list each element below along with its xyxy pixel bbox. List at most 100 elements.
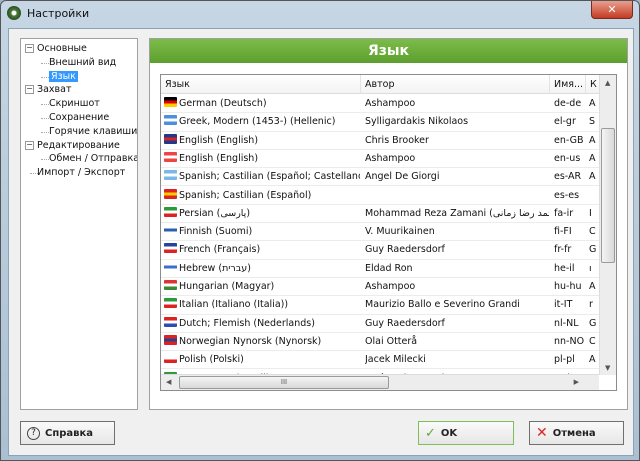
tree-item[interactable]: Импорт / Экспорт — [37, 166, 125, 179]
close-button[interactable]: ✕ — [591, 1, 633, 19]
table-row[interactable]: Polish (Polski) Jacek Milecki pl-pl A — [161, 351, 599, 370]
horizontal-scroll-thumb[interactable]: III — [179, 376, 389, 389]
collapse-icon[interactable]: − — [25, 44, 34, 53]
cell-k: r — [589, 299, 593, 311]
cell-code: el-gr — [554, 116, 576, 128]
cell-language: Greek, Modern (1453-) (Hellenic) — [164, 113, 360, 130]
cell-code: it-IT — [554, 299, 573, 311]
cell-k: A — [589, 152, 596, 164]
x-icon: ✕ — [536, 425, 548, 441]
table-row[interactable]: Persian (پارسی) Mohammad Reza Zamani (محم… — [161, 205, 599, 224]
tree-item-label: Внешний вид — [49, 56, 117, 68]
cell-code: nl-NL — [554, 317, 579, 329]
tree-item-label: Горячие клавиши — [49, 125, 138, 137]
cell-language: English (English) — [164, 150, 360, 167]
cell-author: Ashampoo — [365, 152, 416, 164]
cell-language: Spanish; Castilian (Español) — [164, 187, 360, 204]
tree-item[interactable]: Захват — [37, 83, 72, 96]
flag-icon — [164, 316, 177, 327]
cell-k: A — [589, 171, 596, 183]
tree-item[interactable]: Редактирование — [37, 139, 120, 152]
language-name: Persian (پارسی) — [179, 207, 251, 219]
language-name: Finnish (Suomi) — [179, 226, 253, 238]
language-name: Spanish; Castilian (Español; Castellano) — [179, 171, 360, 183]
vertical-scrollbar[interactable]: ▲ ▼ — [599, 75, 616, 375]
column-header-name[interactable]: Имя... — [550, 75, 586, 94]
cell-author: Chris Brooker — [365, 134, 429, 146]
tree-item[interactable]: Обмен / Отправка — [49, 152, 137, 165]
settings-window: Настройки ✕ − Основные Внешний вид Язык − Зах… — [0, 0, 640, 461]
language-table: Язык Автор Имя... К German (Deutsch) Asha… — [160, 74, 617, 391]
cell-code: en-us — [554, 152, 581, 164]
cell-author: Olai Otterå — [365, 335, 418, 347]
help-button[interactable]: ? Справка — [20, 421, 115, 445]
scroll-left-arrow-icon[interactable]: ◀ — [166, 378, 171, 386]
table-row[interactable]: Spanish; Castilian (Español; Castellano)… — [161, 168, 599, 187]
table-row[interactable]: English (English) Chris Brooker en-GB A — [161, 132, 599, 150]
help-icon: ? — [27, 426, 40, 440]
horizontal-scrollbar[interactable]: ◀ III ▶ — [161, 374, 599, 390]
cell-k: C — [589, 335, 596, 347]
cell-language: Finnish (Suomi) — [164, 223, 360, 240]
ok-label: OK — [440, 427, 458, 439]
table-row[interactable]: German (Deutsch) Ashampoo de-de A — [161, 95, 599, 114]
cell-author: Maurizio Ballo e Severino Grandi — [365, 299, 520, 311]
cell-author: Guy Raedersdorf — [365, 317, 445, 329]
cell-author: Eldad Ron — [365, 262, 413, 274]
table-row[interactable]: Italian (Italiano (Italia)) Maurizio Ball… — [161, 296, 599, 315]
cell-code: nn-NO — [554, 335, 585, 347]
language-name: Hungarian (Magyar) — [179, 281, 275, 292]
tree-item-label: Редактирование — [37, 139, 120, 151]
cell-code: hu-hu — [554, 281, 582, 292]
tree-item[interactable]: Внешний вид — [49, 56, 116, 69]
flag-icon — [164, 225, 177, 236]
cell-k: A — [589, 98, 596, 109]
settings-tree: − Основные Внешний вид Язык − Захват Скриншот С… — [20, 38, 138, 410]
language-name: German (Deutsch) — [179, 98, 267, 109]
language-name: French (Français) — [179, 244, 261, 256]
cell-language: Persian (پارسی) — [164, 205, 360, 222]
tree-item-label: Основные — [37, 43, 87, 54]
cell-code: fa-ir — [554, 207, 574, 219]
flag-icon — [164, 188, 177, 199]
vertical-scroll-thumb[interactable] — [601, 128, 615, 263]
table-row[interactable]: Hebrew (עברית) Eldad Ron he-il ו — [161, 260, 599, 278]
flag-icon — [164, 151, 177, 162]
table-row[interactable]: Norwegian Nynorsk (Nynorsk) Olai Otterå nn… — [161, 333, 599, 352]
flag-icon — [164, 243, 177, 254]
table-row[interactable]: Spanish; Castilian (Español) es-es — [161, 187, 599, 205]
tree-item[interactable]: Сохранение — [49, 111, 109, 124]
flag-icon — [164, 353, 177, 364]
title-bar: Настройки — [7, 6, 89, 20]
table-row[interactable]: Greek, Modern (1453-) (Hellenic) Sylligar… — [161, 113, 599, 132]
table-row[interactable]: Finnish (Suomi) V. Muurikainen fi-FI C — [161, 223, 599, 242]
table-row[interactable]: Hungarian (Magyar) Ashampoo hu-hu A — [161, 278, 599, 297]
ok-button[interactable]: ✓ OK — [418, 421, 514, 445]
column-header-language[interactable]: Язык — [161, 75, 361, 94]
column-header-author[interactable]: Автор — [361, 75, 550, 94]
collapse-icon[interactable]: − — [25, 140, 34, 150]
flag-icon — [164, 261, 177, 272]
cancel-button[interactable]: ✕ Отмена — [529, 421, 624, 445]
tree-item[interactable]: Основные — [37, 42, 87, 55]
collapse-icon[interactable]: − — [25, 85, 34, 95]
flag-icon — [164, 280, 177, 290]
scroll-right-arrow-icon[interactable]: ▶ — [574, 378, 579, 386]
scroll-down-arrow-icon[interactable]: ▼ — [605, 364, 610, 372]
cell-language: Dutch; Flemish (Nederlands) — [164, 315, 360, 332]
cell-k: ו — [589, 262, 592, 274]
scroll-up-arrow-icon[interactable]: ▲ — [605, 79, 610, 87]
cell-author: Ashampoo — [365, 281, 416, 292]
tree-item-label: Импорт / Экспорт — [37, 167, 126, 179]
tree-connector — [41, 118, 49, 119]
cell-code: en-GB — [554, 134, 584, 146]
tree-connector — [41, 104, 49, 106]
tree-item[interactable]: Язык — [49, 70, 78, 83]
table-row[interactable]: French (Français) Guy Raedersdorf fr-fr G — [161, 241, 599, 260]
flag-icon — [164, 133, 177, 144]
tree-item[interactable]: Скриншот — [49, 97, 100, 110]
table-row[interactable]: Dutch; Flemish (Nederlands) Guy Raedersdo… — [161, 315, 599, 333]
language-name: Spanish; Castilian (Español) — [179, 189, 312, 201]
table-row[interactable]: English (English) Ashampoo en-us A — [161, 150, 599, 169]
tree-item[interactable]: Горячие клавиши — [49, 125, 137, 138]
